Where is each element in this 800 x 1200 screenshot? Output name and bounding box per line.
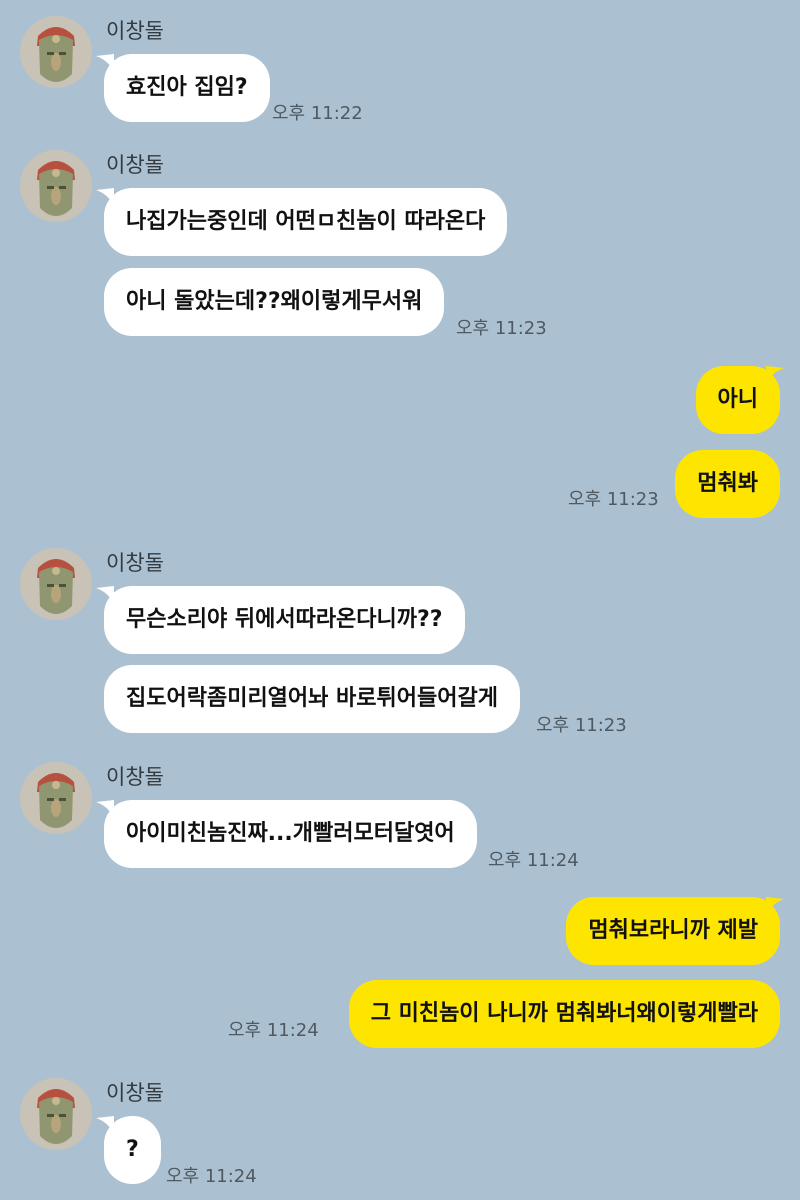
timestamp: 오후 11:23 [456, 318, 547, 339]
profile-avatar-icon [20, 150, 92, 222]
message-bubble[interactable]: 아니 돌았는데??왜이렇게무서워 [104, 268, 445, 336]
timestamp: 오후 11:22 [272, 103, 363, 124]
avatar[interactable] [20, 150, 92, 222]
bubble-tail-icon [96, 800, 114, 818]
bubble-tail-icon [96, 188, 114, 206]
avatar[interactable] [20, 762, 92, 834]
profile-avatar-icon [20, 1078, 92, 1150]
bubble-tail-icon [96, 54, 114, 72]
message-bubble[interactable]: 무슨소리야 뒤에서따라온다니까?? [104, 586, 465, 654]
message-bubble[interactable]: 효진아 집임? [104, 54, 270, 122]
timestamp: 오후 11:23 [536, 715, 627, 736]
avatar[interactable] [20, 1078, 92, 1150]
sender-name: 이창돌 [106, 153, 164, 177]
bubble-tail-icon [96, 586, 114, 604]
timestamp: 오후 11:24 [166, 1166, 257, 1187]
sender-name: 이창돌 [106, 765, 164, 789]
my-message-bubble[interactable]: 멈춰보라니까 제발 [566, 897, 780, 965]
timestamp: 오후 11:23 [568, 489, 659, 510]
bubble-tail-icon [766, 897, 784, 915]
chat-screen: { "chat": { "contact_name": "이창돌", "grou… [0, 0, 800, 1200]
message-bubble[interactable]: 나집가는중인데 어떤ㅁ친놈이 따라온다 [104, 188, 508, 256]
my-message-bubble[interactable]: 멈춰봐 [675, 450, 780, 518]
sender-name: 이창돌 [106, 551, 164, 575]
message-bubble[interactable]: 아이미친놈진짜...개빨러모터달엿어 [104, 800, 477, 868]
avatar[interactable] [20, 16, 92, 88]
sender-name: 이창돌 [106, 1081, 164, 1105]
message-bubble[interactable]: 집도어락좀미리열어놔 바로튀어들어갈게 [104, 665, 520, 733]
avatar[interactable] [20, 548, 92, 620]
profile-avatar-icon [20, 16, 92, 88]
bubble-tail-icon [766, 366, 784, 384]
my-message-bubble[interactable]: 그 미친놈이 나니까 멈춰봐너왜이렇게빨라 [348, 980, 780, 1048]
bubble-tail-icon [96, 1116, 114, 1134]
sender-name: 이창돌 [106, 19, 164, 43]
timestamp: 오후 11:24 [488, 850, 579, 871]
profile-avatar-icon [20, 762, 92, 834]
timestamp: 오후 11:24 [228, 1020, 319, 1041]
profile-avatar-icon [20, 548, 92, 620]
